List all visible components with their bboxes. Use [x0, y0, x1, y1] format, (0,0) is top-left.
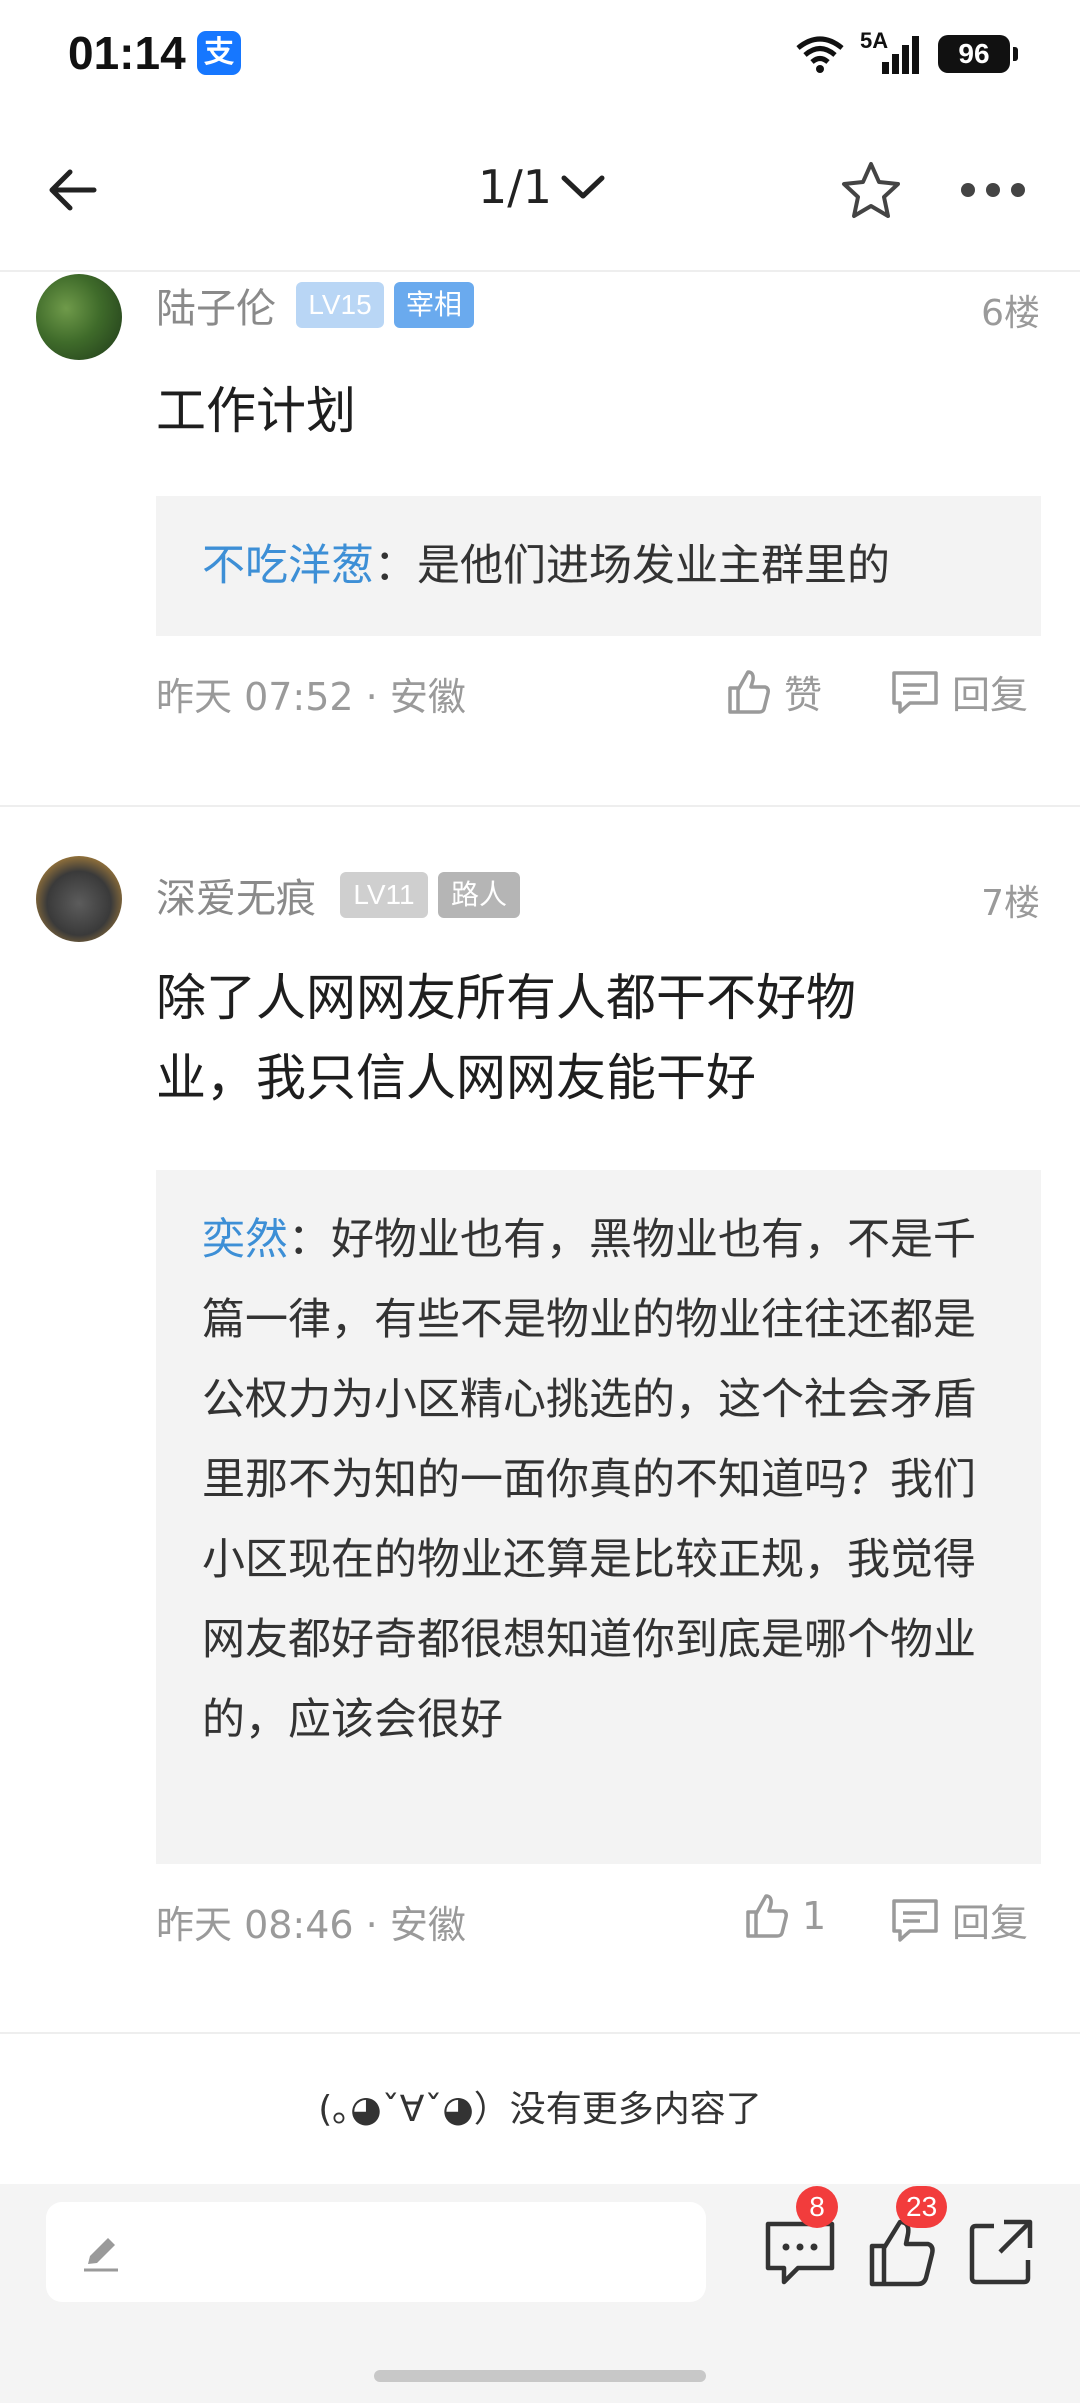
chevron-down-icon: [561, 175, 605, 199]
alipay-icon: 支: [197, 31, 241, 75]
level-badge: LV15: [296, 282, 384, 328]
thumbs-up-icon: [728, 669, 770, 714]
floor-number: 7楼: [981, 883, 1040, 924]
reply-icon: [892, 1898, 938, 1942]
comment-count-badge: 8: [796, 2186, 838, 2228]
like-count: 1: [802, 1894, 827, 1938]
post-content: 除了人网网友所有人都干不好物业，我只信人网网友能干好: [156, 969, 856, 1107]
reply-label: 回复: [952, 1901, 1029, 1945]
status-indicators: 5A 96: [794, 28, 1018, 78]
battery-indicator: 96: [938, 35, 1018, 73]
nav-bar: 1/1: [0, 110, 1080, 272]
post-time-location: 昨天 08:46 · 安徽: [156, 1903, 466, 1947]
like-button[interactable]: 1: [742, 1892, 826, 1940]
quote-block[interactable]: 不吃洋葱：是他们进场发业主群里的: [156, 496, 1041, 636]
quote-text: ：好物业也有，黑物业也有，不是千篇一律，有些不是物业的物业往往还都是公权力为小区…: [202, 1215, 976, 1745]
star-icon[interactable]: [838, 158, 904, 224]
divider: [0, 805, 1080, 807]
thumbs-up-icon: [746, 1894, 788, 1938]
quote-block[interactable]: 奕然：好物业也有，黑物业也有，不是千篇一律，有些不是物业的物业往往还都是公权力为…: [156, 1170, 1041, 1864]
like-label: 赞: [784, 673, 823, 717]
wifi-icon: [796, 36, 844, 73]
rank-badge: 宰相: [394, 282, 474, 328]
avatar[interactable]: [36, 856, 122, 942]
page-selector[interactable]: 1/1: [478, 160, 606, 214]
post-time-location: 昨天 07:52 · 安徽: [156, 675, 466, 719]
reply-icon: [892, 670, 938, 714]
more-icon[interactable]: [958, 178, 1028, 202]
page-indicator: 1/1: [478, 160, 553, 214]
reply-input[interactable]: [46, 2202, 706, 2302]
post-floor-6: 陆子伦 LV15 宰相 6楼 工作计划 不吃洋葱：是他们进场发业主群里的 昨天 …: [0, 274, 1080, 804]
level-badge: LV11: [340, 872, 428, 918]
username[interactable]: 深爱无痕: [156, 866, 316, 924]
like-button[interactable]: 赞: [724, 664, 822, 719]
divider: [0, 2032, 1080, 2034]
avatar[interactable]: [36, 274, 122, 360]
status-time: 01:14: [68, 27, 186, 79]
back-arrow-icon[interactable]: [42, 158, 106, 222]
signal-icon: 5A: [860, 28, 924, 76]
rank-badge: 路人: [438, 872, 520, 918]
pencil-icon: [84, 2238, 118, 2272]
floor-number: 6楼: [981, 293, 1040, 334]
reply-button[interactable]: 回复: [890, 1892, 1028, 1947]
post-content: 工作计划: [156, 382, 356, 440]
end-of-content-message: (｡◕ˇ∀ˇ◕）没有更多内容了: [318, 2089, 762, 2130]
username[interactable]: 陆子伦: [156, 276, 276, 334]
quote-username[interactable]: 奕然: [202, 1215, 288, 1265]
like-count-badge: 23: [896, 2186, 948, 2228]
home-indicator[interactable]: [374, 2370, 706, 2382]
reply-label: 回复: [952, 673, 1029, 717]
share-icon[interactable]: [964, 2214, 1040, 2290]
reply-button[interactable]: 回复: [890, 664, 1028, 719]
post-floor-7: 深爱无痕 LV11 路人 7楼 除了人网网友所有人都干不好物业，我只信人网网友能…: [0, 850, 1080, 2030]
quote-text: ：是他们进场发业主群里的: [374, 541, 890, 591]
status-bar: 01:14 支 5A 96: [0, 0, 1080, 110]
quote-username[interactable]: 不吃洋葱: [202, 541, 374, 591]
